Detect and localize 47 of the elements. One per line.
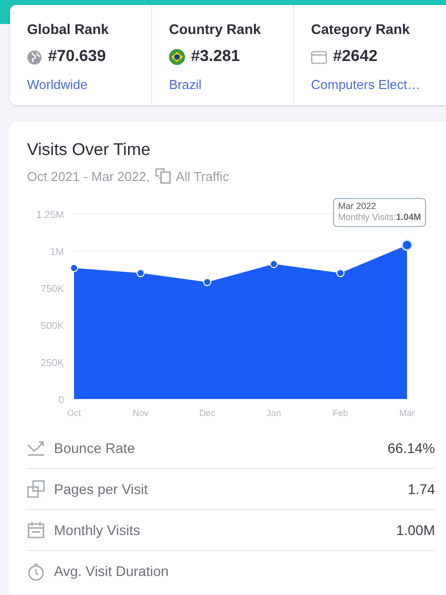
- card-title: Visits Over Time: [27, 139, 152, 161]
- devices-icon: [154, 168, 171, 184]
- metric-value: 66.14%: [388, 438, 435, 458]
- rank-value: #3.281: [191, 47, 240, 67]
- metric-label: Bounce Rate: [54, 438, 136, 458]
- rank-title: Country Rank: [169, 20, 262, 39]
- calendar-icon: [27, 521, 45, 539]
- rank-title: Category Rank: [311, 20, 411, 39]
- rank-title: Global Rank: [27, 20, 110, 39]
- y-axis-label: 500K: [40, 321, 64, 332]
- metric-label: Avg. Visit Duration: [54, 562, 170, 581]
- y-axis-label: 1.25M: [36, 210, 64, 221]
- stopwatch-icon: [27, 562, 45, 580]
- x-axis-label: Feb: [332, 408, 348, 418]
- x-axis-label: Nov: [132, 408, 149, 418]
- metric-label: Pages per Visit: [54, 480, 149, 499]
- highlighted-point: [401, 239, 413, 251]
- trend-arrow-icon: [27, 440, 45, 456]
- x-axis-label: Mar: [399, 408, 415, 418]
- data-point: [70, 264, 78, 272]
- y-axis-label: 750K: [40, 284, 64, 295]
- x-axis-label: Oct: [67, 408, 81, 418]
- y-axis-label: 1M: [50, 247, 64, 258]
- rank-link[interactable]: Computers Elect…: [311, 75, 436, 94]
- rank-value: #70.639: [48, 47, 106, 67]
- rank-link[interactable]: Worldwide: [27, 75, 151, 94]
- rank-link[interactable]: Brazil: [169, 75, 293, 94]
- y-axis-label: 250K: [40, 358, 64, 369]
- date-range: Oct 2021 - Mar 2022,: [27, 168, 150, 186]
- data-point: [203, 278, 212, 286]
- flag-icon: [169, 49, 185, 65]
- copy-icon: [27, 480, 45, 498]
- x-axis-label: Jan: [266, 408, 282, 418]
- rank-value: #2642: [333, 47, 378, 67]
- folder-icon: [311, 50, 327, 64]
- tooltip-title: Mar 2022: [338, 201, 378, 212]
- globe-icon: [27, 50, 42, 64]
- data-point: [270, 260, 278, 268]
- data-point: [136, 268, 145, 278]
- metric-value: 1.00M: [396, 520, 435, 540]
- tooltip-value: Monthly Visits:1.04M: [338, 212, 421, 224]
- data-point: [336, 268, 344, 278]
- traffic-label: All Traffic: [176, 168, 230, 186]
- metric-value: 1.74: [408, 480, 435, 498]
- x-axis-label: Dec: [199, 408, 216, 418]
- y-axis-label: 0: [58, 395, 64, 406]
- metric-label: Monthly Visits: [54, 520, 142, 540]
